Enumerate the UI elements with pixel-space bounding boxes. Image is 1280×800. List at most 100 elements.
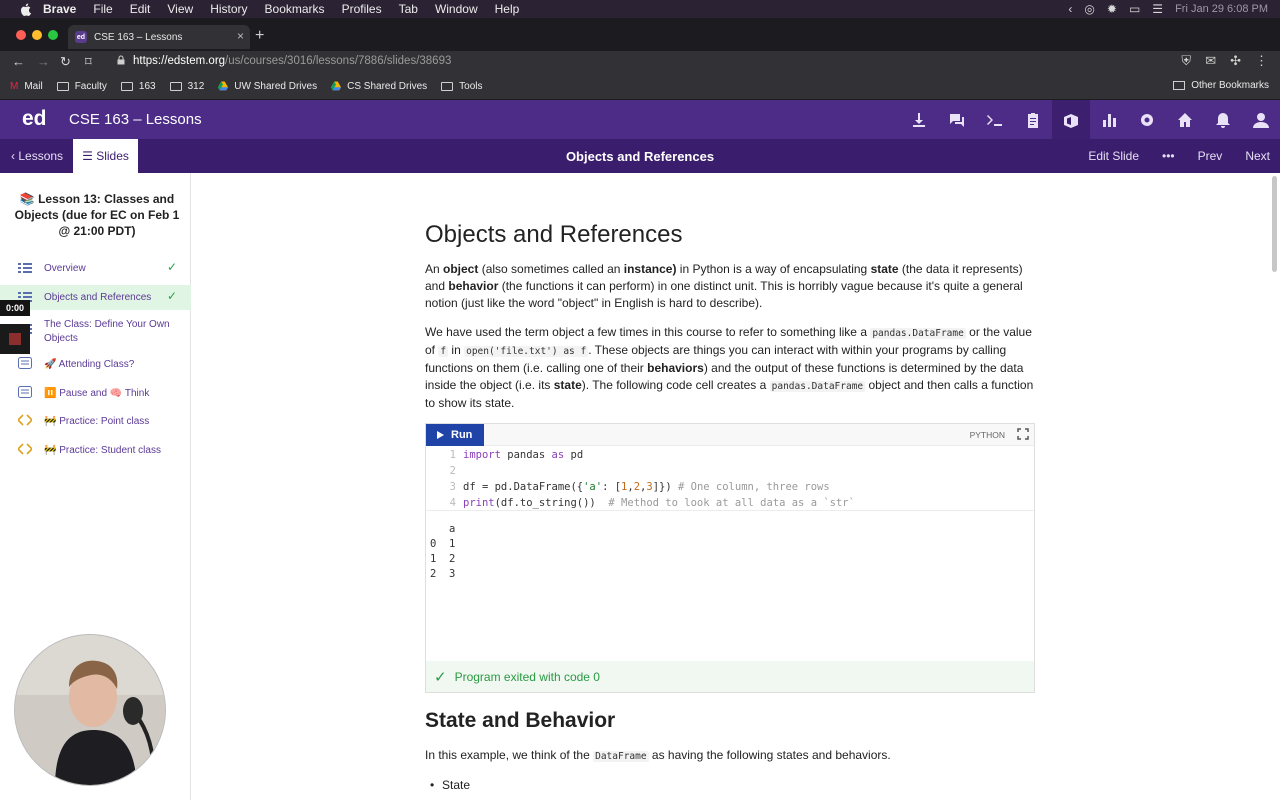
output-line: 0 1 <box>430 538 456 550</box>
brightness-icon[interactable]: ✹ <box>1107 2 1117 16</box>
code-line-4: print(df.to_string()) # Method to look a… <box>463 497 855 509</box>
menu-help[interactable]: Help <box>495 2 520 16</box>
code-cell: Run PYTHON 1 import pandas as pd 2 3 df … <box>425 423 1035 693</box>
page-scrollbar[interactable] <box>1272 176 1277 272</box>
lessons-icon[interactable] <box>1052 100 1090 139</box>
slide-item-pause-and-think[interactable]: ⏸️ Pause and 🧠 Think <box>0 385 191 403</box>
folder-icon <box>1173 81 1186 90</box>
focus-icon[interactable]: ◎ <box>1084 2 1094 16</box>
stop-recording-button[interactable] <box>0 324 30 354</box>
bookmark-icon[interactable]: ⌑ <box>85 54 92 70</box>
menubar-clock[interactable]: Fri Jan 29 6:08 PM <box>1175 3 1268 15</box>
url-field[interactable]: https://edstem.org/us/courses/3016/lesso… <box>133 55 451 67</box>
menu-profiles[interactable]: Profiles <box>342 2 382 16</box>
line-number: 1 <box>449 449 456 461</box>
other-bookmarks[interactable]: Other Bookmarks <box>1173 80 1269 91</box>
ed-logo[interactable]: ed <box>22 107 47 131</box>
new-tab-button[interactable]: + <box>255 28 264 44</box>
analytics-icon[interactable] <box>1090 100 1128 139</box>
menu-edit[interactable]: Edit <box>130 2 151 16</box>
document-icon <box>18 263 32 273</box>
bookmark-312[interactable]: 312 <box>169 81 204 92</box>
menu-history[interactable]: History <box>210 2 247 16</box>
menu-bookmarks[interactable]: Bookmarks <box>265 2 325 16</box>
lesson-title: 📚 Lesson 13: Classes and Objects (due fo… <box>14 192 180 238</box>
minimize-window-button[interactable] <box>32 30 42 40</box>
more-options-button[interactable]: ••• <box>1162 149 1175 163</box>
menu-window[interactable]: Window <box>435 2 478 16</box>
menu-tab[interactable]: Tab <box>399 2 418 16</box>
check-icon: ✓ <box>166 260 177 274</box>
play-icon <box>437 431 444 439</box>
browser-tab[interactable]: ed CSE 163 – Lessons × <box>68 25 250 49</box>
quiz-icon <box>18 357 32 369</box>
terminal-icon[interactable] <box>976 100 1014 139</box>
code-cell-toolbar: Run PYTHON <box>426 424 1034 446</box>
exit-status: ✓ Program exited with code 0 <box>426 661 1034 692</box>
output-line: a <box>430 523 456 535</box>
list-item: State <box>430 778 470 792</box>
menu-view[interactable]: View <box>167 2 193 16</box>
course-title[interactable]: CSE 163 – Lessons <box>69 111 202 128</box>
slide-item-attending-class[interactable]: 🚀 Attending Class? <box>0 356 191 374</box>
paragraph-state-behavior: In this example, we think of the DataFra… <box>425 748 891 762</box>
code-editor[interactable]: 1 import pandas as pd 2 3 df = pd.DataFr… <box>426 446 1034 510</box>
close-tab-icon[interactable]: × <box>237 29 244 43</box>
stop-icon <box>9 333 21 345</box>
content-title: Objects and References <box>425 221 683 248</box>
apple-icon[interactable] <box>17 3 33 16</box>
bookmark-mail[interactable]: M Mail <box>10 81 43 92</box>
bookmark-uw-shared-drives[interactable]: UW Shared Drives <box>218 81 317 92</box>
brave-shield-icon[interactable]: ⛨ <box>1181 53 1191 69</box>
home-icon[interactable] <box>1166 100 1204 139</box>
next-slide-button[interactable]: Next <box>1245 149 1270 163</box>
check-icon: ✓ <box>434 668 447 686</box>
discussion-icon[interactable] <box>938 100 976 139</box>
slide-item-practice-student-class[interactable]: 🚧 Practice: Student class <box>0 442 191 460</box>
close-window-button[interactable] <box>16 30 26 40</box>
battery-icon[interactable]: ▭ <box>1129 2 1140 16</box>
code-icon <box>18 414 32 426</box>
drive-icon <box>218 81 229 91</box>
edit-slide-button[interactable]: Edit Slide <box>1088 149 1139 163</box>
prev-slide-button[interactable]: Prev <box>1198 149 1223 163</box>
control-center-icon[interactable]: ☰ <box>1152 2 1163 16</box>
bookmark-tools[interactable]: Tools <box>441 81 483 92</box>
mail-extension-icon[interactable]: ✉ <box>1205 53 1216 69</box>
run-button[interactable]: Run <box>426 424 484 446</box>
menu-icon[interactable]: ⋮ <box>1255 53 1268 69</box>
slide-item-overview[interactable]: Overview ✓ <box>0 259 191 277</box>
extensions-icon[interactable]: ✣ <box>1230 53 1241 69</box>
profile-icon[interactable] <box>1242 100 1280 139</box>
bookmark-faculty[interactable]: Faculty <box>56 81 107 92</box>
bookmark-163[interactable]: 163 <box>120 81 156 92</box>
forward-icon[interactable]: → <box>37 54 50 69</box>
check-icon: ✓ <box>166 289 177 303</box>
browser-urlbar: ← → ↻ ⌑ https://edstem.org/us/courses/30… <box>0 51 1280 73</box>
slide-item-practice-point-class[interactable]: 🚧 Practice: Point class <box>0 413 191 431</box>
bookmarks-bar: M Mail Faculty 163 312 UW Shared Drives C… <box>0 73 1280 100</box>
back-icon[interactable]: ← <box>12 54 25 69</box>
chevron-left-icon[interactable]: ‹ <box>1068 2 1072 16</box>
recording-timer: 0:00 <box>0 300 30 316</box>
lock-icon[interactable] <box>116 55 126 65</box>
line-number: 3 <box>449 481 456 493</box>
reload-icon[interactable]: ↻ <box>60 54 71 70</box>
folder-icon <box>56 81 69 91</box>
clipboard-icon[interactable] <box>1014 100 1052 139</box>
expand-icon[interactable] <box>1017 428 1029 440</box>
slide-actions: Edit Slide ••• Prev Next <box>1088 149 1270 163</box>
url-host: https://edstem.org <box>133 55 226 67</box>
slide-content: Objects and References An object (also s… <box>425 195 1035 412</box>
bookmark-cs-shared-drives[interactable]: CS Shared Drives <box>331 81 427 92</box>
ed-favicon-icon: ed <box>75 31 87 43</box>
line-number: 2 <box>449 465 456 477</box>
code-line-1: import pandas as pd <box>463 449 584 461</box>
menu-file[interactable]: File <box>93 2 112 16</box>
settings-icon[interactable] <box>1128 100 1166 139</box>
menu-app-name[interactable]: Brave <box>43 2 76 16</box>
download-icon[interactable] <box>900 100 938 139</box>
code-output: a 0 1 1 2 2 3 <box>426 510 1034 660</box>
notifications-icon[interactable] <box>1204 100 1242 139</box>
fullscreen-window-button[interactable] <box>48 30 58 40</box>
